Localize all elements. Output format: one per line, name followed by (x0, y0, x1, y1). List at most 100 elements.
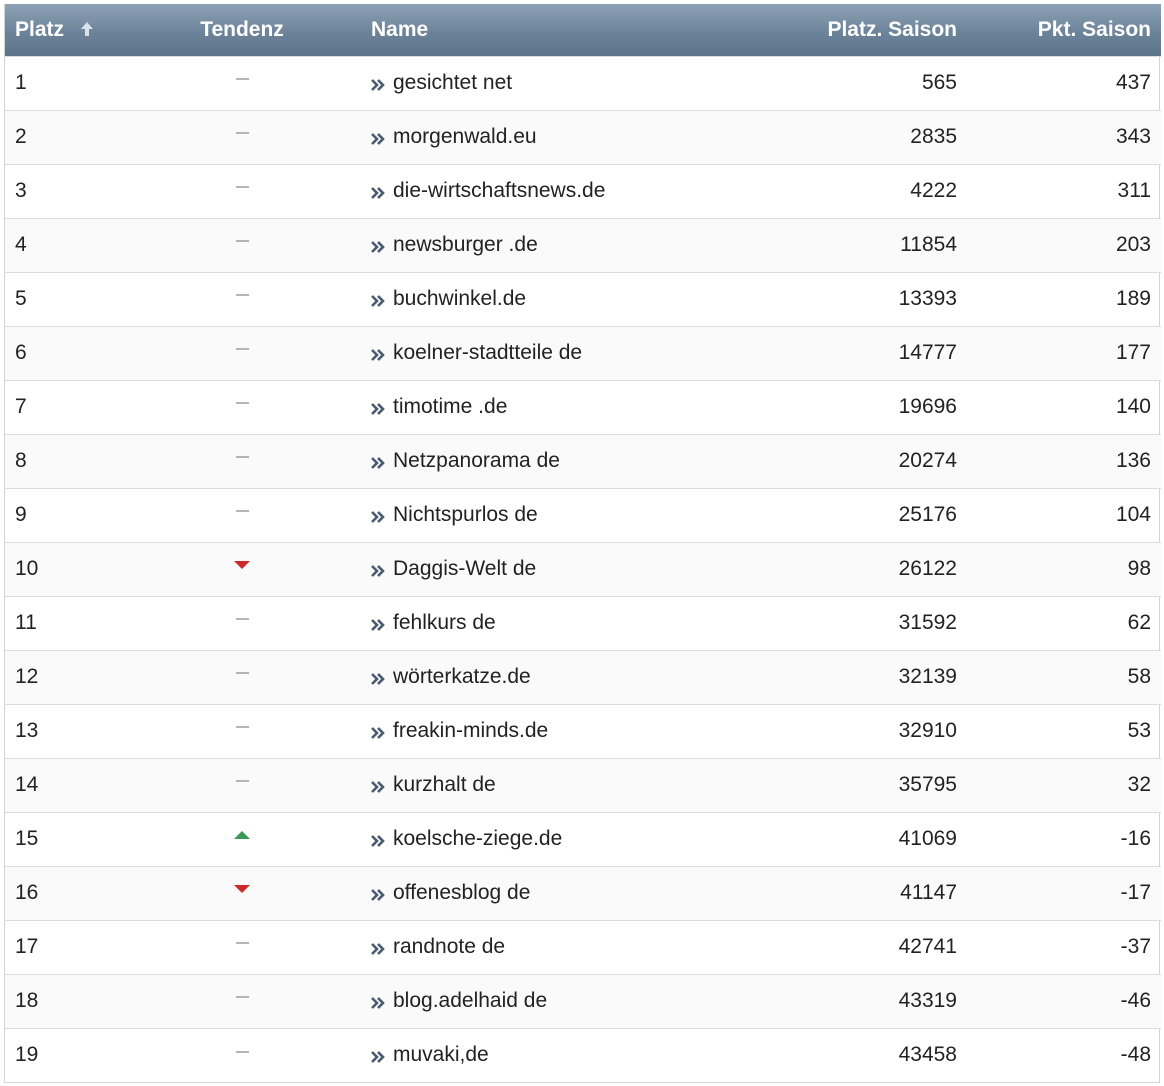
trend-flat-icon (235, 1050, 249, 1053)
cell-tendenz (135, 703, 349, 758)
cell-platz-saison: 41069 (769, 811, 969, 866)
cell-tendenz (135, 325, 349, 380)
cell-platz: 1 (5, 55, 135, 110)
cell-platz: 8 (5, 433, 135, 488)
cell-platz: 10 (5, 541, 135, 596)
site-link[interactable]: fehlkurs de (393, 611, 496, 634)
double-chevron-right-icon (371, 835, 385, 847)
table-row: 6 koelner-stadtteile de 14777 177 (5, 325, 1161, 380)
header-row: Platz Tendenz Name Platz. Saison Pkt. Sa… (5, 4, 1161, 56)
cell-platz-saison: 19696 (769, 379, 969, 434)
site-link[interactable]: buchwinkel.de (393, 287, 526, 310)
site-link[interactable]: kurzhalt de (393, 773, 496, 796)
cell-name: Daggis-Welt de (349, 541, 769, 596)
site-link[interactable]: die-wirtschaftsnews.de (393, 179, 605, 202)
table-header: Platz Tendenz Name Platz. Saison Pkt. Sa… (5, 4, 1161, 56)
cell-name: muvaki,de (349, 1027, 769, 1082)
cell-platz-saison: 26122 (769, 541, 969, 596)
column-header-pkt-saison[interactable]: Pkt. Saison (969, 4, 1161, 56)
cell-pkt-saison: 311 (969, 163, 1161, 218)
cell-platz: 2 (5, 109, 135, 164)
cell-platz: 18 (5, 973, 135, 1028)
site-link[interactable]: randnote de (393, 935, 505, 958)
double-chevron-right-icon (371, 403, 385, 415)
cell-tendenz (135, 865, 349, 920)
cell-platz: 9 (5, 487, 135, 542)
cell-pkt-saison: -46 (969, 973, 1161, 1028)
cell-platz: 6 (5, 325, 135, 380)
double-chevron-right-icon (371, 79, 385, 91)
cell-platz: 16 (5, 865, 135, 920)
trend-flat-icon (235, 240, 249, 243)
double-chevron-right-icon (371, 943, 385, 955)
cell-pkt-saison: 136 (969, 433, 1161, 488)
cell-tendenz (135, 271, 349, 326)
cell-pkt-saison: 53 (969, 703, 1161, 758)
trend-flat-icon (235, 402, 249, 405)
trend-flat-icon (235, 942, 249, 945)
cell-platz-saison: 11854 (769, 217, 969, 272)
table-row: 11 fehlkurs de 31592 62 (5, 595, 1161, 650)
cell-platz-saison: 4222 (769, 163, 969, 218)
column-header-platz-saison[interactable]: Platz. Saison (769, 4, 969, 56)
trend-flat-icon (235, 348, 249, 351)
cell-tendenz (135, 433, 349, 488)
site-link[interactable]: offenesblog de (393, 881, 530, 904)
site-link[interactable]: gesichtet net (393, 71, 512, 94)
cell-name: timotime .de (349, 379, 769, 434)
site-link[interactable]: freakin-minds.de (393, 719, 548, 742)
site-link[interactable]: Nichtspurlos de (393, 503, 538, 526)
cell-platz-saison: 43458 (769, 1027, 969, 1082)
double-chevron-right-icon (371, 889, 385, 901)
site-link[interactable]: morgenwald.eu (393, 125, 537, 148)
cell-platz: 15 (5, 811, 135, 866)
cell-pkt-saison: 62 (969, 595, 1161, 650)
cell-name: koelsche-ziege.de (349, 811, 769, 866)
table-row: 4 newsburger .de 11854 203 (5, 217, 1161, 272)
cell-name: kurzhalt de (349, 757, 769, 812)
double-chevron-right-icon (371, 295, 385, 307)
trend-flat-icon (235, 780, 249, 783)
cell-name: Nichtspurlos de (349, 487, 769, 542)
trend-flat-icon (235, 996, 249, 999)
site-link[interactable]: Netzpanorama de (393, 449, 560, 472)
cell-name: morgenwald.eu (349, 109, 769, 164)
column-header-name[interactable]: Name (349, 4, 769, 56)
double-chevron-right-icon (371, 457, 385, 469)
double-chevron-right-icon (371, 727, 385, 739)
table-body: 1 gesichtet net 565 437 2 morgenwald.eu 2835 34… (5, 55, 1161, 1082)
cell-platz: 4 (5, 217, 135, 272)
site-link[interactable]: muvaki,de (393, 1043, 489, 1066)
double-chevron-right-icon (371, 1051, 385, 1064)
table-row: 17 randnote de 42741 -37 (5, 919, 1161, 974)
double-chevron-right-icon (371, 349, 385, 361)
column-header-tendenz[interactable]: Tendenz (135, 4, 349, 56)
cell-name: blog.adelhaid de (349, 973, 769, 1028)
cell-name: randnote de (349, 919, 769, 974)
site-link[interactable]: timotime .de (393, 395, 507, 418)
arrow-up-icon[interactable] (80, 21, 94, 37)
cell-platz: 17 (5, 919, 135, 974)
column-header-platz[interactable]: Platz (5, 4, 135, 56)
cell-tendenz (135, 541, 349, 596)
site-link[interactable]: newsburger .de (393, 233, 538, 256)
site-link[interactable]: wörterkatze.de (393, 665, 531, 688)
cell-platz-saison: 42741 (769, 919, 969, 974)
site-link[interactable]: koelsche-ziege.de (393, 827, 562, 850)
table-row: 3 die-wirtschaftsnews.de 4222 311 (5, 163, 1161, 218)
cell-platz-saison: 2835 (769, 109, 969, 164)
cell-platz-saison: 35795 (769, 757, 969, 812)
cell-platz-saison: 32910 (769, 703, 969, 758)
cell-tendenz (135, 163, 349, 218)
site-link[interactable]: Daggis-Welt de (393, 557, 536, 580)
site-link[interactable]: koelner-stadtteile de (393, 341, 582, 364)
cell-name: newsburger .de (349, 217, 769, 272)
cell-platz: 14 (5, 757, 135, 812)
cell-pkt-saison: 437 (969, 55, 1161, 110)
table-row: 7 timotime .de 19696 140 (5, 379, 1161, 434)
cell-name: buchwinkel.de (349, 271, 769, 326)
cell-pkt-saison: 189 (969, 271, 1161, 326)
double-chevron-right-icon (371, 565, 385, 577)
site-link[interactable]: blog.adelhaid de (393, 989, 547, 1012)
cell-tendenz (135, 919, 349, 974)
